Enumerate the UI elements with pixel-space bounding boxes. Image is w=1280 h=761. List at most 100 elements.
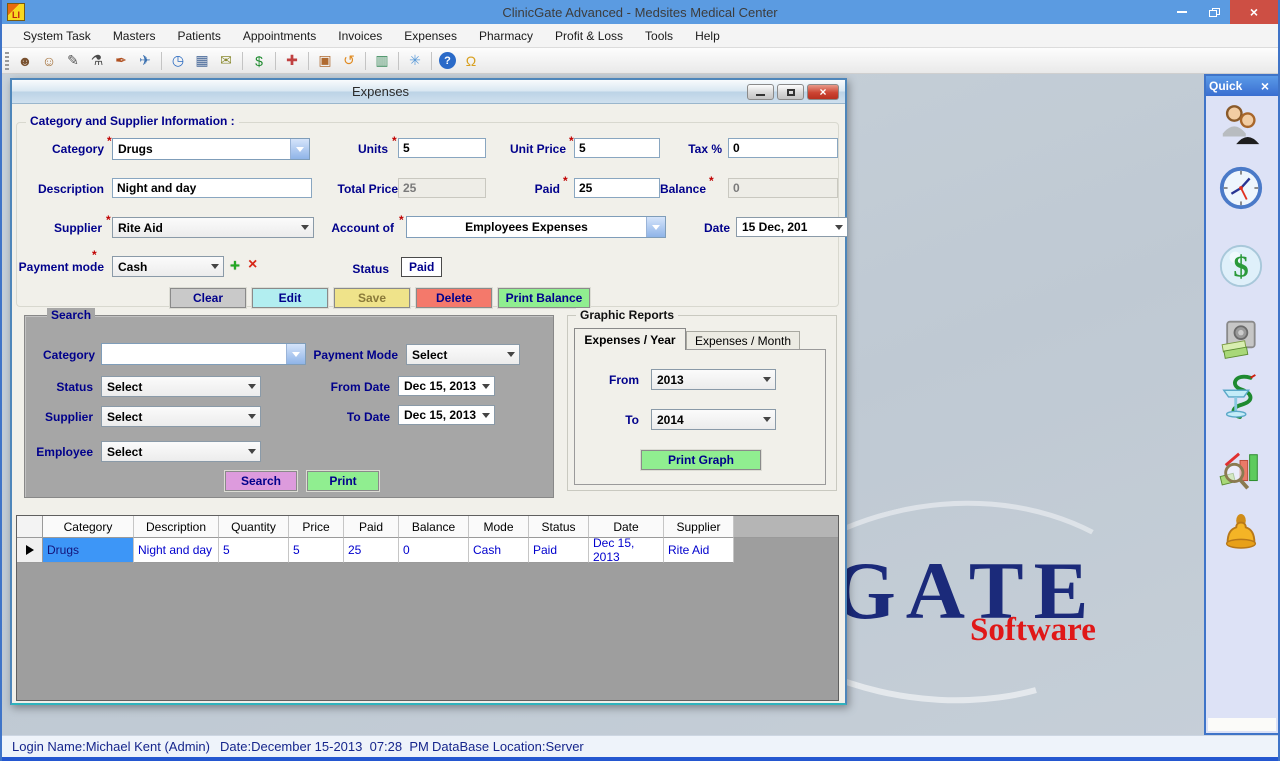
menu-system-task[interactable]: System Task [12,24,102,47]
undo-icon[interactable]: ↺ [338,51,360,71]
remove-payment-mode-icon[interactable]: × [248,256,257,274]
clock-icon[interactable]: ◷ [167,51,189,71]
unit-price-input[interactable] [574,138,660,158]
patients-icon[interactable] [1218,100,1264,148]
search-employee-select[interactable]: Select [101,441,261,462]
tab-expenses-year[interactable]: Expenses / Year [574,328,686,350]
quick-close-button[interactable]: × [1255,78,1275,94]
search-payment-mode-label: Payment Mode [301,348,398,362]
expenses-safe-icon[interactable] [1218,317,1264,365]
help-icon[interactable]: ? [439,52,456,69]
window-bottom-frame [2,757,1278,761]
save-button[interactable]: Save [334,288,410,308]
menu-tools[interactable]: Tools [634,24,684,47]
row-selector[interactable] [17,538,43,563]
account-of-select[interactable]: Employees Expenses [406,216,666,238]
graph-from-select[interactable]: 2013 [651,369,776,390]
signature-icon[interactable]: ✎ [62,51,84,71]
medicine-icon[interactable]: ✚ [281,51,303,71]
units-input[interactable] [398,138,486,158]
reports-chart-icon[interactable] [1218,447,1264,495]
col-header-quantity[interactable]: Quantity [219,516,289,538]
col-header-status[interactable]: Status [529,516,589,538]
dropdown-button[interactable] [646,217,665,237]
search-from-date-select[interactable]: Dec 15, 2013 [398,376,495,396]
cell-supplier[interactable]: Rite Aid [664,538,734,563]
clear-button[interactable]: Clear [170,288,246,308]
dialog-maximize-button[interactable] [777,84,804,100]
restore-button[interactable] [1198,0,1230,24]
search-status-select[interactable]: Select [101,376,261,397]
col-header-supplier[interactable]: Supplier [664,516,734,538]
search-category-select[interactable] [101,343,306,365]
menu-invoices[interactable]: Invoices [327,24,393,47]
menu-profit-loss[interactable]: Profit & Loss [544,24,634,47]
col-header-price[interactable]: Price [289,516,344,538]
invoice-icon[interactable]: ✉ [215,51,237,71]
tax-label: Tax % [672,142,722,156]
calendar-icon[interactable]: ▦ [191,51,213,71]
cell-category[interactable]: Drugs [43,538,134,563]
dropdown-button[interactable] [290,139,309,159]
menu-expenses[interactable]: Expenses [393,24,468,47]
gift-icon[interactable]: ▣ [314,51,336,71]
cell-date[interactable]: Dec 15, 2013 [589,538,664,563]
add-payment-mode-icon[interactable]: + [230,256,240,276]
menu-masters[interactable]: Masters [102,24,167,47]
col-header-date[interactable]: Date [589,516,664,538]
delete-button[interactable]: Delete [416,288,492,308]
menu-patients[interactable]: Patients [167,24,232,47]
col-header-category[interactable]: Category [43,516,134,538]
alerts-bell-icon[interactable] [1218,510,1264,558]
supplier-select[interactable]: Rite Aid [112,217,314,238]
travel-icon[interactable]: ✈ [134,51,156,71]
dialog-titlebar[interactable]: Expenses × [12,80,845,104]
date-select[interactable]: 15 Dec, 201 [736,217,848,237]
appointments-clock-icon[interactable] [1218,164,1264,212]
category-select[interactable]: Drugs [112,138,310,160]
menu-pharmacy[interactable]: Pharmacy [468,24,544,47]
edit-button[interactable]: Edit [252,288,328,308]
pharmacy-icon[interactable] [1218,370,1264,418]
pen-icon[interactable]: ✒ [110,51,132,71]
cell-balance[interactable]: 0 [399,538,469,563]
col-header-description[interactable]: Description [134,516,219,538]
print-graph-button[interactable]: Print Graph [641,450,761,470]
print-balance-button[interactable]: Print Balance [498,288,590,308]
patients-icon[interactable]: ☻ [14,51,36,71]
menu-appointments[interactable]: Appointments [232,24,327,47]
search-to-date-select[interactable]: Dec 15, 2013 [398,405,495,425]
search-button[interactable]: Search [225,471,297,491]
dialog-close-button[interactable]: × [807,84,839,100]
menu-help[interactable]: Help [684,24,731,47]
user-icon[interactable]: ☺ [38,51,60,71]
cell-paid[interactable]: 25 [344,538,399,563]
grid-data-row[interactable]: Drugs Night and day 5 5 25 0 Cash Paid D… [17,538,838,563]
cell-price[interactable]: 5 [289,538,344,563]
cell-quantity[interactable]: 5 [219,538,289,563]
sync-icon[interactable]: ✳ [404,51,426,71]
graph-to-select[interactable]: 2014 [651,409,776,430]
col-header-balance[interactable]: Balance [399,516,469,538]
cell-mode[interactable]: Cash [469,538,529,563]
cell-status[interactable]: Paid [529,538,589,563]
cell-description[interactable]: Night and day [134,538,219,563]
col-header-mode[interactable]: Mode [469,516,529,538]
description-input[interactable] [112,178,312,198]
payment-mode-select[interactable]: Cash [112,256,224,277]
search-print-button[interactable]: Print [307,471,379,491]
search-supplier-select[interactable]: Select [101,406,261,427]
billing-dollar-icon[interactable]: $ [1218,242,1264,290]
bell-icon[interactable]: Ω [460,51,482,71]
minimize-button[interactable] [1166,0,1198,24]
tax-input[interactable] [728,138,838,158]
close-button[interactable]: × [1230,0,1278,24]
col-header-paid[interactable]: Paid [344,516,399,538]
search-payment-mode-select[interactable]: Select [406,344,520,365]
dialog-minimize-button[interactable] [747,84,774,100]
status-value-box: Paid [401,257,442,277]
chart-icon[interactable]: ▥ [371,51,393,71]
dollar-icon[interactable]: $ [248,51,270,71]
lab-icon[interactable]: ⚗ [86,51,108,71]
tab-expenses-month[interactable]: Expenses / Month [686,331,800,350]
